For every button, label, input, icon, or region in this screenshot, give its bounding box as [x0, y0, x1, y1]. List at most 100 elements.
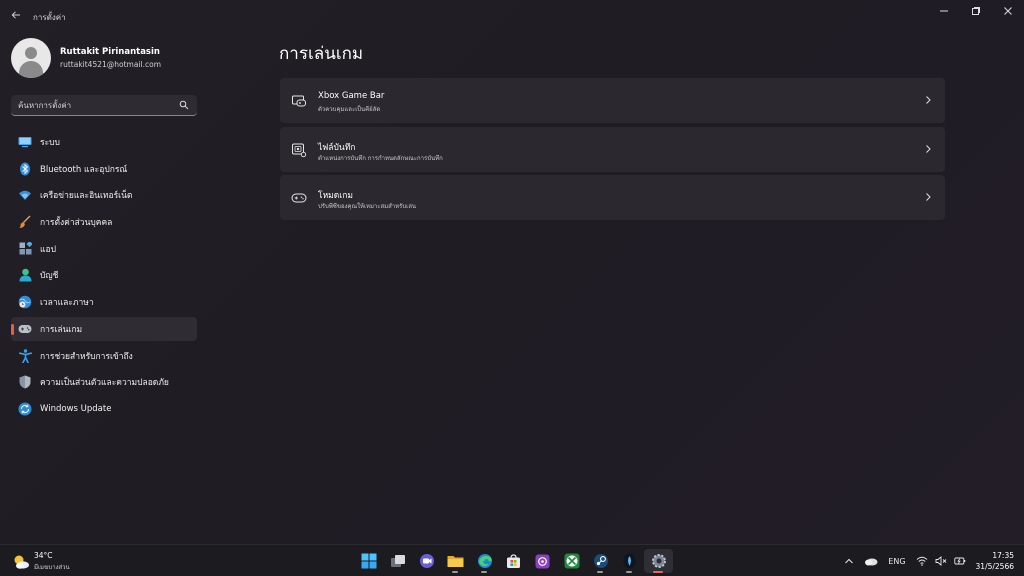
close-icon	[1004, 7, 1012, 15]
card-description: ตำแหน่งการบันทึก การกำหนดลักษณะการบันทึก	[318, 154, 443, 162]
wifi-status-icon	[916, 556, 927, 566]
quick-settings[interactable]	[916, 556, 966, 566]
sidebar-item-gaming[interactable]: การเล่นเกม	[11, 316, 197, 341]
taskbar-app-settings[interactable]	[644, 549, 673, 573]
task-view-button[interactable]	[383, 549, 412, 573]
chevron-right-icon	[926, 144, 931, 153]
sidebar-item-label: Bluetooth และอุปกรณ์	[40, 164, 128, 175]
avatar	[11, 38, 51, 78]
taskbar-app-purple[interactable]	[528, 549, 557, 573]
gamepad-icon	[18, 322, 32, 336]
app-title: การตั้งค่า	[33, 13, 66, 22]
sidebar-item-label: การตั้งค่าส่วนบุคคล	[40, 218, 113, 229]
app-purple-icon	[535, 554, 550, 568]
update-icon	[18, 402, 32, 416]
steam-icon	[593, 554, 608, 568]
chevron-right-icon	[926, 96, 931, 104]
folder-icon	[447, 556, 464, 567]
start-button[interactable]	[354, 549, 383, 573]
sidebar-item-windows-update[interactable]: Windows Update	[11, 397, 197, 421]
maximize-button[interactable]	[960, 0, 992, 22]
accessibility-icon	[18, 348, 32, 363]
shield-icon	[18, 375, 32, 389]
monitor-icon	[18, 135, 32, 149]
taskbar-app-xbox[interactable]	[557, 549, 586, 573]
sidebar-item-label: เวลาและภาษา	[40, 298, 94, 309]
tray-weather[interactable]	[864, 556, 878, 566]
taskbar-app-file-explorer[interactable]	[441, 549, 470, 573]
capture-icon	[292, 143, 307, 157]
sidebar-item-label: ความเป็นส่วนตัวและความปลอดภัย	[40, 378, 169, 389]
apps-icon	[18, 242, 32, 256]
battery-charging-icon	[953, 557, 965, 565]
sidebar-item-privacy[interactable]: ความเป็นส่วนตัวและความปลอดภัย	[11, 370, 197, 394]
card-captures[interactable]: ไฟล์บันทึก ตำแหน่งการบันทึก การกำหนดลักษ…	[280, 126, 945, 172]
wifi-icon	[18, 188, 32, 202]
sidebar-item-label: เครือข่ายและอินเทอร์เน็ต	[40, 191, 133, 202]
search-icon[interactable]	[179, 100, 189, 110]
bluetooth-icon	[18, 162, 32, 176]
sidebar-item-label: การช่วยสำหรับการเข้าถึง	[40, 351, 133, 362]
sidebar-item-label: Windows Update	[40, 403, 112, 414]
xbox-icon	[564, 553, 579, 569]
page-title: การเล่นเกม	[279, 44, 364, 64]
partly-cloudy-icon	[12, 553, 30, 571]
sidebar-item-apps[interactable]: แอป	[11, 237, 197, 261]
close-button[interactable]	[992, 0, 1024, 22]
sidebar-item-accounts[interactable]: บัญชี	[11, 263, 197, 287]
restore-icon	[972, 7, 980, 15]
cloud-icon	[865, 558, 878, 566]
minimize-button[interactable]	[928, 0, 960, 22]
chevron-up-icon	[845, 558, 854, 564]
card-description: ปรับพีซีของคุณให้เหมาะสมสำหรับเล่น	[318, 203, 416, 210]
profile-name: Ruttakit Pirinantasin	[60, 47, 160, 57]
sidebar-item-network[interactable]: เครือข่ายและอินเทอร์เน็ต	[11, 183, 197, 207]
tray-overflow-button[interactable]	[844, 557, 854, 565]
language-indicator[interactable]: ENG	[888, 557, 905, 566]
back-button[interactable]	[8, 8, 24, 24]
brush-icon	[18, 215, 32, 229]
card-title: Xbox Game Bar	[318, 91, 385, 101]
weather-widget[interactable]: 34°C มีเมฆบางส่วน	[12, 551, 70, 572]
settings-gear-icon	[651, 554, 666, 568]
game-bar-icon	[292, 95, 306, 107]
settings-cards: Xbox Game Bar ตัวควบคุมและเป็นคีย์ลัด ไฟ…	[280, 78, 945, 224]
taskbar-app-steam[interactable]	[586, 549, 615, 573]
system-tray: ENG 17:35 31/5/2566	[844, 545, 1024, 576]
chevron-right-icon	[926, 193, 931, 201]
clock-time: 17:35	[992, 551, 1014, 560]
user-profile[interactable]: Ruttakit Pirinantasin ruttakit4521@hotma…	[11, 38, 161, 78]
sidebar-item-bluetooth[interactable]: Bluetooth และอุปกรณ์	[11, 157, 197, 181]
card-xbox-game-bar[interactable]: Xbox Game Bar ตัวควบคุมและเป็นคีย์ลัด	[280, 78, 945, 123]
window-controls	[928, 0, 1024, 22]
sidebar-nav: ระบบ Bluetooth และอุปกรณ์ เครือข่ายและอิ…	[11, 130, 197, 424]
sidebar-item-accessibility[interactable]: การช่วยสำหรับการเข้าถึง	[11, 344, 197, 368]
card-title: โหมดเกม	[318, 191, 353, 201]
account-icon	[18, 268, 32, 282]
clock-date: 31/5/2566	[975, 562, 1014, 571]
search-input[interactable]	[18, 99, 178, 112]
taskbar-apps	[354, 549, 673, 573]
weather-temperature: 34°C	[34, 551, 53, 560]
sidebar-item-personalization[interactable]: การตั้งค่าส่วนบุคคล	[11, 210, 197, 234]
clock[interactable]: 17:35 31/5/2566	[976, 551, 1014, 571]
sidebar-item-time-language[interactable]: เวลาและภาษา	[11, 290, 197, 314]
weather-description: มีเมฆบางส่วน	[34, 564, 70, 571]
card-description: ตัวควบคุมและเป็นคีย์ลัด	[318, 106, 381, 113]
card-game-mode[interactable]: โหมดเกม ปรับพีซีของคุณให้เหมาะสมสำหรับเล…	[280, 175, 945, 220]
arrow-left-icon	[11, 11, 20, 19]
profile-email: ruttakit4521@hotmail.com	[60, 60, 162, 69]
sidebar-item-label: การเล่นเกม	[40, 324, 83, 335]
card-title: ไฟล์บันทึก	[318, 142, 356, 153]
taskbar-app-dark[interactable]	[615, 549, 644, 573]
windows-logo-icon	[361, 553, 376, 569]
taskbar-app-teams[interactable]	[412, 549, 441, 573]
sidebar-item-system[interactable]: ระบบ	[11, 130, 197, 154]
taskbar-app-edge[interactable]	[470, 549, 499, 573]
store-icon	[507, 553, 520, 568]
taskbar: 34°C มีเมฆบางส่วน ENG 17:35 31/5/2566	[0, 544, 1024, 576]
search-box	[11, 95, 197, 116]
task-view-icon	[390, 555, 405, 567]
teams-chat-icon	[419, 554, 434, 568]
taskbar-app-store[interactable]	[499, 549, 528, 573]
